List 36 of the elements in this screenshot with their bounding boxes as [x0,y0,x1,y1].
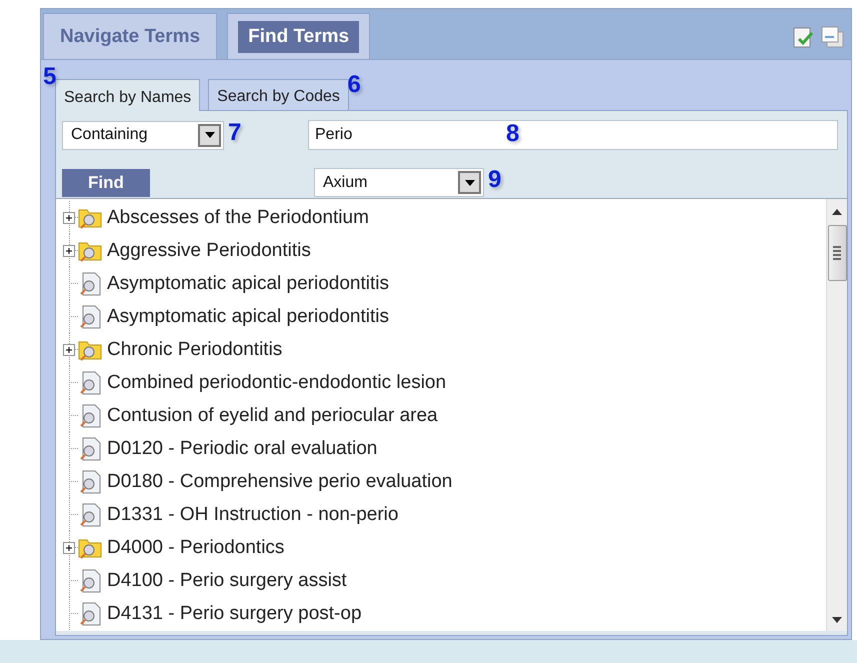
windows-icon[interactable] [821,25,845,49]
tree-item[interactable]: Asymptomatic apical periodontitis [107,306,389,328]
find-button[interactable]: Find [62,169,150,197]
tree-item[interactable]: D1331 - OH Instruction - non-perio [107,504,398,526]
tree-item[interactable]: Abscesses of the Periodontium [107,206,369,228]
tab[interactable]: Search by Codes [208,79,349,110]
tree-item[interactable]: D0120 - Periodic oral evaluation [107,438,378,460]
tree-item[interactable]: Contusion of eyelid and periocular area [107,404,438,426]
source-dropdown[interactable]: Axium [314,168,484,197]
tree-item[interactable]: Combined periodontic-endodontic lesion [107,372,446,394]
tree-item[interactable]: Chronic Periodontitis [107,338,282,360]
scroll-down-icon[interactable] [832,617,842,623]
tree-item[interactable]: D4100 - Perio surgery assist [107,570,347,592]
tree-item[interactable]: Aggressive Periodontitis [107,240,311,262]
expand-icon[interactable] [63,344,75,356]
callout-number: 9 [488,168,502,192]
tree-item[interactable]: D0180 - Comprehensive perio evaluation [107,470,452,492]
callout-number: 8 [506,122,520,146]
scroll-thumb[interactable] [828,225,846,281]
callout-number: 6 [348,73,361,97]
caret-icon [204,132,214,138]
scroll-up-icon[interactable] [832,209,842,215]
scrollbar[interactable] [826,199,847,631]
expand-icon[interactable] [63,244,75,256]
tab[interactable]: Find Terms [227,13,370,59]
tab[interactable]: Search by Names [55,79,200,111]
clipboard-check-icon[interactable] [793,25,815,49]
match-mode-dropdown[interactable]: Containing [62,120,224,150]
tree-item[interactable]: D4131 - Perio surgery post-op [107,602,362,624]
tree-item[interactable]: Asymptomatic apical periodontitis [107,272,389,294]
caret-icon [464,180,474,186]
expand-icon[interactable] [63,212,75,224]
callout-number: 7 [228,120,242,144]
callout-number: 5 [43,65,56,89]
tree-item[interactable]: D4000 - Periodontics [107,536,284,558]
expand-icon[interactable] [63,542,75,554]
